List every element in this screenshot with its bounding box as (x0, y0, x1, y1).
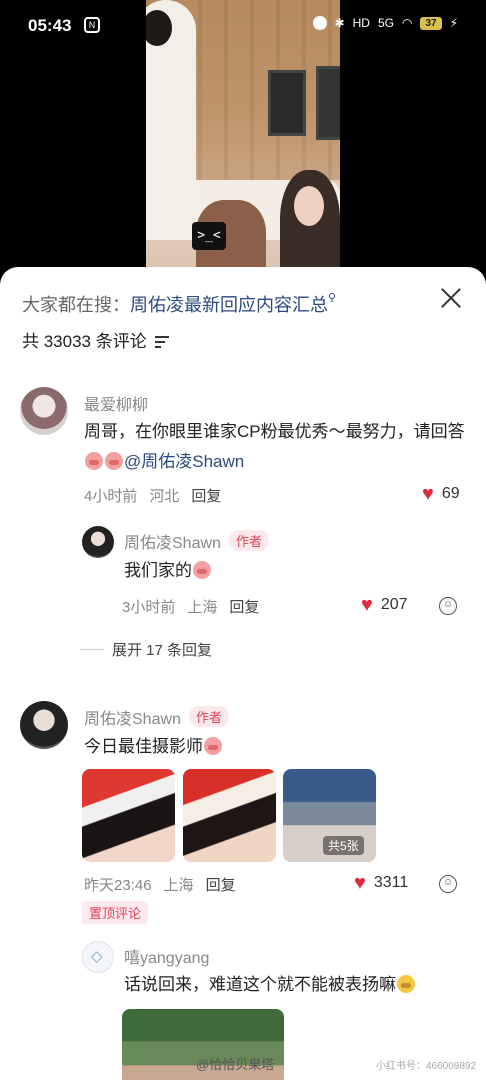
reply-text: 我们家的 (124, 556, 212, 586)
emoji-react-icon[interactable]: ☺ (439, 875, 457, 893)
comment-time: 4小时前 (84, 488, 138, 505)
charging-icon: ⚡ (449, 16, 458, 30)
comment-photo[interactable]: 共5张 (283, 769, 376, 862)
photo-count-badge: 共5张 (323, 836, 364, 855)
mention-link[interactable]: @周佑凌Shawn (124, 452, 244, 471)
status-bar: 05:43 N ✱ HD 5G ◠ 37 ⚡ (0, 0, 486, 52)
smile-emoji-icon (397, 975, 415, 993)
bluetooth-icon: ✱ (334, 16, 345, 30)
avatar[interactable] (20, 701, 68, 749)
wifi-icon: ◠ (401, 16, 413, 30)
like-button[interactable]: ♥ 69 (422, 484, 460, 504)
reply-button[interactable]: 回复 (191, 485, 221, 506)
like-count: 207 (380, 596, 408, 613)
pig-emoji-icon (204, 737, 222, 755)
comment-count: 共 33033 条评论 (22, 332, 147, 351)
video-overlay-sticker: >_< (192, 222, 226, 250)
pinned-badge: 置顶评论 (82, 901, 149, 924)
heart-icon: ♥ (422, 483, 434, 505)
id-watermark: 小红书号：466009892 (376, 1061, 477, 1072)
like-button[interactable]: ♥ 3311 (354, 873, 408, 893)
reply-location: 上海 (187, 599, 218, 616)
reply-body: 我们家的 (124, 561, 192, 580)
reply-username[interactable]: 周佑凌Shawn 作者 (124, 529, 269, 553)
comment-username[interactable]: 最爱柳柳 (84, 391, 148, 415)
alarm-icon (312, 16, 327, 30)
like-count: 69 (441, 485, 460, 502)
emoji-react-icon[interactable]: ☺ (439, 597, 457, 615)
comment-body: 今日最佳摄影师 (84, 737, 203, 756)
comment-text: 周哥，在你眼里谁家CP粉最优秀～最努力，请回答 @周佑凌Shawn (84, 417, 468, 477)
reply-button[interactable]: 回复 (229, 596, 259, 617)
weibo-watermark: @恰恰贝果塔 (196, 1057, 275, 1072)
trending-search[interactable]: 大家都在搜：周佑凌最新回应内容汇总⚲ (22, 291, 336, 317)
heart-icon: ♥ (361, 594, 373, 616)
like-count: 3311 (373, 874, 409, 891)
reply-text: 话说回来，难道这个就不能被表扬嘛 (124, 970, 474, 1000)
status-icons: ✱ HD 5G ◠ 37 ⚡ (312, 16, 458, 30)
search-prefix: 大家都在搜： (22, 295, 130, 315)
reply-username-text: 周佑凌Shawn (124, 535, 221, 552)
search-icon: ⚲ (328, 292, 337, 304)
reply-meta: 3小时前 上海 回复 (122, 596, 259, 617)
status-time: 05:43 (28, 16, 72, 35)
reply-body: 话说回来，难道这个就不能被表扬嘛 (124, 975, 396, 994)
hd-icon: HD (352, 16, 370, 30)
comment-body: 周哥，在你眼里谁家CP粉最优秀～最努力，请回答 (84, 422, 465, 441)
comment-meta: 4小时前 河北 回复 (84, 485, 221, 506)
battery-icon: 37 (420, 16, 442, 30)
comment-meta: 昨天23:46 上海 回复 (84, 874, 236, 895)
search-keyword[interactable]: 周佑凌最新回应内容汇总 (130, 295, 328, 315)
avatar[interactable]: ◇ (82, 941, 114, 973)
avatar[interactable] (20, 387, 68, 435)
comment-time: 昨天23:46 (84, 877, 152, 894)
signal-icon: 5G (377, 16, 394, 30)
nfc-icon: N (84, 17, 100, 33)
reply-username[interactable]: 嘻yangyang (124, 944, 209, 968)
author-badge: 作者 (188, 706, 229, 727)
expand-replies[interactable]: 展开 17 条回复 (80, 639, 212, 660)
author-badge: 作者 (228, 530, 269, 551)
avatar[interactable] (82, 526, 114, 558)
video-picture-frame (268, 70, 306, 136)
comment-username[interactable]: 周佑凌Shawn 作者 (84, 705, 229, 729)
divider (80, 649, 104, 650)
comment-count-row: 共 33033 条评论 (22, 327, 169, 352)
video-person-face (294, 186, 324, 226)
comment-sheet: 大家都在搜：周佑凌最新回应内容汇总⚲ 共 33033 条评论 最爱柳柳 周哥，在… (0, 267, 486, 1080)
comment-text: 今日最佳摄影师 (84, 732, 223, 762)
close-icon[interactable] (438, 285, 464, 311)
comment-location: 河北 (149, 488, 180, 505)
pig-emoji-icon (193, 561, 211, 579)
video-picture-frame (316, 66, 340, 140)
reply-button[interactable]: 回复 (206, 874, 236, 895)
comment-photo[interactable] (183, 769, 276, 862)
comment-username-text: 周佑凌Shawn (84, 711, 181, 728)
pig-emoji-icon (105, 452, 123, 470)
reply-time: 3小时前 (122, 599, 176, 616)
comment-location: 上海 (163, 877, 194, 894)
heart-icon: ♥ (354, 872, 366, 894)
like-button[interactable]: ♥ 207 (361, 595, 408, 615)
sort-icon[interactable] (154, 335, 169, 348)
comment-photo[interactable] (82, 769, 175, 862)
expand-replies-label: 展开 17 条回复 (112, 642, 213, 659)
diamond-icon: ◇ (91, 948, 103, 965)
pig-emoji-icon (85, 452, 103, 470)
